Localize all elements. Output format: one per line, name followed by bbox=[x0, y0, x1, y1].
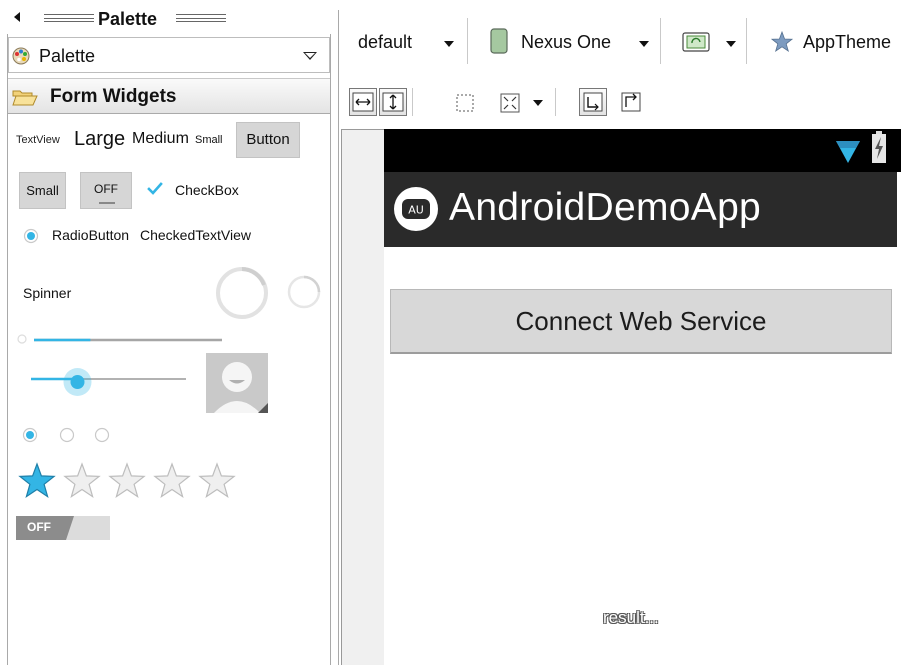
battery-charging-icon bbox=[872, 131, 886, 163]
panel-divider[interactable] bbox=[338, 10, 339, 665]
device-dropdown[interactable]: Nexus One bbox=[521, 32, 611, 53]
toolbar-separator bbox=[467, 18, 468, 64]
widget-large-text[interactable]: Large bbox=[74, 128, 125, 151]
palette-selector-label: Palette bbox=[39, 46, 96, 66]
chevron-down-icon[interactable] bbox=[726, 41, 736, 47]
category-label: Form Widgets bbox=[50, 86, 177, 107]
theme-variant-dropdown[interactable]: default bbox=[358, 32, 412, 53]
layout-wrap-button[interactable] bbox=[579, 88, 607, 116]
app-icon-text: AU bbox=[408, 204, 424, 217]
quick-contact-badge-icon[interactable] bbox=[206, 353, 268, 413]
palette-selector[interactable]: Palette bbox=[8, 37, 330, 73]
zoom-fit-icon[interactable] bbox=[497, 90, 523, 116]
chevron-down-icon[interactable] bbox=[444, 41, 454, 47]
chevron-down-icon[interactable] bbox=[533, 100, 543, 106]
drag-grip-icon[interactable] bbox=[176, 14, 226, 22]
palette-panel: Palette Palette Form Widgets TextView La… bbox=[0, 0, 334, 665]
widget-checkbox[interactable]: CheckBox bbox=[175, 182, 239, 198]
widget-radiogroup[interactable] bbox=[20, 426, 120, 444]
app-theme-dropdown[interactable]: AppTheme bbox=[803, 32, 891, 53]
collapse-arrow-icon[interactable] bbox=[14, 12, 20, 22]
toggle-indicator bbox=[99, 202, 115, 204]
widget-button[interactable]: Button bbox=[236, 122, 300, 158]
chevron-down-icon[interactable] bbox=[639, 41, 649, 47]
widget-small-button[interactable]: Small bbox=[19, 172, 66, 209]
device-phone-icon bbox=[490, 28, 508, 54]
toolbar-separator bbox=[746, 18, 747, 64]
checkbox-checked-icon[interactable] bbox=[146, 180, 164, 198]
radio-checked-icon[interactable] bbox=[23, 228, 39, 244]
toolbar-separator bbox=[660, 18, 661, 64]
drag-grip-icon[interactable] bbox=[44, 14, 94, 22]
canvas-margin bbox=[342, 130, 384, 665]
orientation-icon[interactable] bbox=[682, 32, 710, 52]
toolbar-separator bbox=[555, 88, 556, 116]
category-form-widgets[interactable]: Form Widgets bbox=[8, 78, 330, 114]
toggle-label: OFF bbox=[94, 182, 118, 196]
toggle-fill-height-button[interactable] bbox=[379, 88, 407, 116]
radio-checked-icon bbox=[22, 427, 38, 443]
star-empty-icon[interactable] bbox=[198, 462, 236, 499]
switch-label: OFF bbox=[27, 520, 51, 534]
star-empty-icon[interactable] bbox=[108, 462, 146, 499]
widget-checked-textview[interactable]: CheckedTextView bbox=[140, 227, 251, 243]
widget-radiobutton[interactable]: RadioButton bbox=[52, 227, 129, 243]
widget-spinner[interactable]: Spinner bbox=[23, 285, 71, 301]
progress-small-icon[interactable] bbox=[286, 274, 322, 310]
folder-open-icon bbox=[12, 90, 38, 106]
connect-web-service-button[interactable]: Connect Web Service bbox=[390, 289, 892, 354]
star-icon bbox=[770, 30, 794, 52]
widget-horizontal-progressbar[interactable] bbox=[16, 333, 226, 345]
layout-toolbar bbox=[340, 84, 901, 124]
widget-ratingbar[interactable] bbox=[18, 462, 240, 500]
seekbar-thumb[interactable] bbox=[63, 368, 92, 396]
radio-unchecked-icon bbox=[59, 427, 75, 443]
widget-textview[interactable]: TextView bbox=[16, 134, 60, 146]
app-title: AndroidDemoApp bbox=[449, 186, 762, 229]
star-filled-icon[interactable] bbox=[18, 462, 56, 499]
palette-titlebar: Palette bbox=[0, 0, 334, 34]
widget-toggle-button[interactable]: OFF bbox=[80, 172, 132, 209]
widget-seekbar[interactable] bbox=[28, 366, 190, 398]
device-status-bar bbox=[384, 129, 901, 172]
radio-unchecked-icon bbox=[94, 427, 110, 443]
layout-fill-icon[interactable] bbox=[618, 89, 644, 115]
show-bounds-icon[interactable] bbox=[452, 90, 478, 116]
toggle-fill-width-button[interactable] bbox=[349, 88, 377, 116]
fill-width-icon bbox=[352, 92, 374, 112]
wifi-signal-icon bbox=[836, 141, 860, 163]
app-launcher-icon[interactable]: AU bbox=[392, 185, 440, 233]
palette-title: Palette bbox=[98, 9, 158, 29]
palette-icon bbox=[12, 47, 30, 65]
config-toolbar: default Nexus One AppTheme bbox=[340, 16, 901, 68]
fill-height-icon bbox=[382, 92, 404, 112]
widget-small-text[interactable]: Small bbox=[195, 134, 223, 146]
progress-large-icon[interactable] bbox=[214, 265, 270, 321]
toolbar-separator bbox=[412, 88, 413, 116]
chevron-down-icon[interactable] bbox=[303, 52, 317, 60]
star-empty-icon[interactable] bbox=[63, 462, 101, 499]
result-textview: result... bbox=[603, 608, 659, 627]
layout-wrap-icon bbox=[583, 92, 603, 112]
widget-medium-text[interactable]: Medium bbox=[132, 130, 189, 148]
star-empty-icon[interactable] bbox=[153, 462, 191, 499]
